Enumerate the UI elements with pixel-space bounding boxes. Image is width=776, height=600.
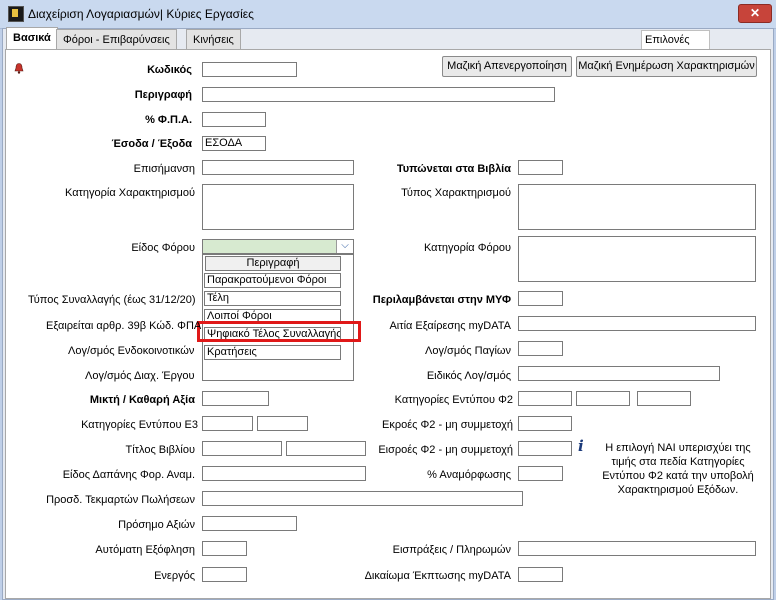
tab-movements[interactable]: Κινήσεις (186, 29, 241, 50)
dropdown-item[interactable]: Τέλη (204, 291, 341, 306)
f2-category-input-3[interactable] (637, 391, 691, 406)
included-myf-input[interactable] (518, 291, 563, 306)
deduction-right-input[interactable] (518, 567, 563, 582)
auto-settlement-label: Αυτόματη Εξόφληση (95, 544, 195, 556)
value-sign-label: Πρόσημο Αξιών (118, 519, 195, 531)
description-label: Περιγραφή (134, 89, 192, 101)
e3-category-input-1[interactable] (202, 416, 253, 431)
special-account-input[interactable] (518, 366, 720, 381)
auto-settlement-input[interactable] (202, 541, 247, 556)
info-note: Η επιλογή ΝΑΙ υπερισχύει της τιμής στα π… (602, 442, 754, 496)
receipts-payments-label: Εισπράξεις / Πληρωμών (392, 544, 511, 556)
tax-type-combo[interactable]: ⌵ (202, 239, 354, 254)
tax-type-label: Είδος Φόρου (131, 242, 195, 254)
income-expense-label: Έσοδα / Έξοδα (111, 138, 192, 150)
gross-net-label: Μικτή / Καθαρή Αξία (89, 394, 195, 406)
deduction-right-label: Δικαίωμα Έκπτωσης myDATA (364, 570, 511, 582)
e3-categories-label: Κατηγορίες Εντύπου Ε3 (81, 419, 198, 431)
vat-input[interactable] (202, 112, 266, 127)
included-myf-label: Περιλαμβάνεται στην ΜΥΦ (372, 294, 511, 306)
exempt-39b-label: Εξαιρείται αρθρ. 39β Κώδ. ΦΠΑ (46, 320, 202, 332)
characterization-category-label: Κατηγορία Χαρακτηρισμού (65, 187, 195, 199)
fixed-assets-input[interactable] (518, 341, 563, 356)
f2-outflows-label: Εκροές Φ2 - μη συμμετοχή (382, 419, 513, 431)
receipts-payments-input[interactable] (518, 541, 756, 556)
book-title-label: Τίτλος Βιβλίου (125, 444, 195, 456)
expense-kind-label: Είδος Δαπάνης Φορ. Αναμ. (62, 469, 195, 481)
notice-input[interactable] (202, 160, 354, 175)
work-management-label: Λογ/σμός Διαχ. Έργου (85, 370, 195, 382)
characterization-type-label: Τύπος Χαρακτηρισμού (401, 187, 511, 199)
printed-in-books-input[interactable] (518, 160, 563, 175)
notice-label: Επισήμανση (133, 163, 195, 175)
close-button[interactable]: ✕ (738, 4, 772, 23)
f2-categories-label: Κατηγορίες Εντύπου Φ2 (394, 394, 513, 406)
f2-category-input-2[interactable] (576, 391, 630, 406)
dropdown-item[interactable]: Παρακρατούμενοι Φόροι (204, 273, 341, 288)
info-icon: i (578, 437, 584, 455)
app-icon (8, 6, 24, 22)
code-label: Κωδικός (147, 64, 192, 76)
transaction-type-label: Τύπος Συναλλαγής (έως 31/12/20) (28, 294, 196, 306)
expense-kind-input[interactable] (202, 466, 366, 481)
vat-label: % Φ.Π.Α. (145, 114, 192, 126)
active-label: Ενεργός (154, 570, 195, 582)
tab-basic[interactable]: Βασικά (6, 27, 58, 51)
tax-category-input[interactable] (518, 236, 756, 282)
income-expense-input[interactable]: ΕΣΟΔΑ (202, 136, 266, 151)
chevron-down-icon[interactable]: ⌵ (336, 240, 353, 253)
code-input[interactable] (202, 62, 297, 77)
printed-in-books-label: Τυπώνεται στα Βιβλία (396, 163, 511, 175)
f2-inflows-input[interactable] (518, 441, 572, 456)
mass-update-characterizations-button[interactable]: Μαζική Ενημέρωση Χαρακτηρισμών (576, 56, 757, 77)
sales-evidence-label: Προσδ. Τεκμαρτών Πωλήσεων (46, 494, 195, 506)
dropdown-header: Περιγραφή (205, 256, 341, 271)
e3-category-input-2[interactable] (257, 416, 308, 431)
options-button[interactable]: Επιλονές (641, 30, 710, 50)
special-account-label: Ειδικός Λογ/σμός (426, 370, 511, 382)
active-input[interactable] (202, 567, 247, 582)
sales-evidence-input[interactable] (202, 491, 523, 506)
description-input[interactable] (202, 87, 555, 102)
fixed-assets-label: Λογ/σμός Παγίων (425, 345, 511, 357)
book-title-input-1[interactable] (202, 441, 282, 456)
exemption-reason-label: Αιτία Εξαίρεσης myDATA (389, 320, 511, 332)
value-sign-input[interactable] (202, 516, 297, 531)
tax-category-label: Κατηγορία Φόρου (423, 242, 511, 254)
bell-icon (14, 63, 24, 74)
f2-category-input-1[interactable] (518, 391, 572, 406)
mass-deactivate-button[interactable]: Μαζική Απενεργοποίηση (442, 56, 572, 77)
revaluation-input[interactable] (518, 466, 563, 481)
revaluation-label: % Αναμόρφωσης (427, 469, 511, 481)
characterization-type-input[interactable] (518, 184, 756, 230)
characterization-category-input[interactable] (202, 184, 354, 230)
window-title: Διαχείριση Λογαριασμών| Κύριες Εργασίες (28, 7, 254, 21)
exemption-reason-input[interactable] (518, 316, 756, 331)
f2-inflows-label: Εισροές Φ2 - μη συμμετοχή (378, 444, 513, 456)
gross-net-input[interactable] (202, 391, 269, 406)
intra-community-label: Λογ/σμός Ενδοκοινοτικών (68, 345, 195, 357)
tab-taxes[interactable]: Φόροι - Επιβαρύνσεις (56, 29, 177, 50)
f2-outflows-input[interactable] (518, 416, 572, 431)
dropdown-item[interactable]: Κρατήσεις (204, 345, 341, 360)
